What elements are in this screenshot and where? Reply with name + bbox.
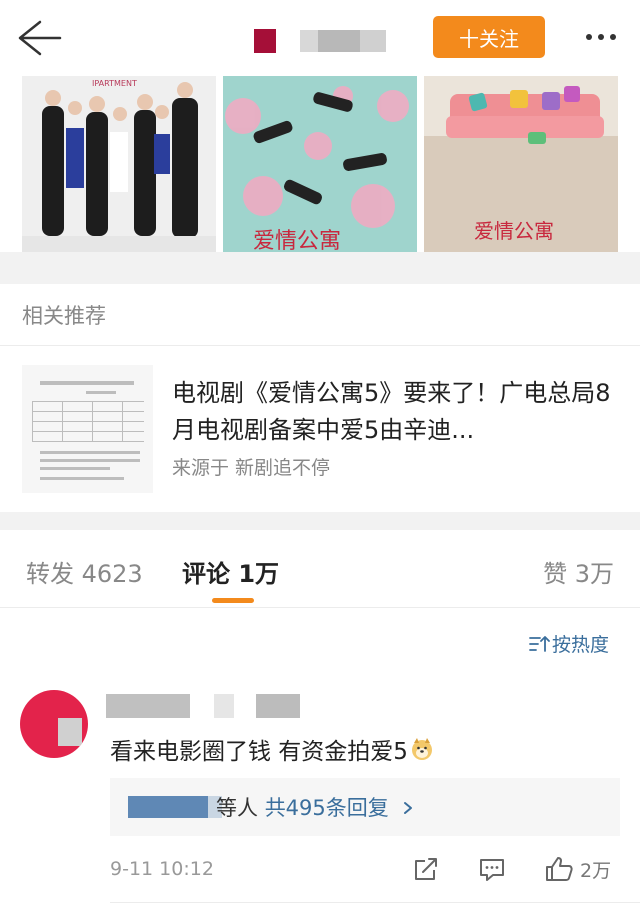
replies-summary[interactable]: 等人 共495条回复: [110, 778, 620, 836]
comment-icon: [480, 859, 504, 881]
replies-prefix: 等人: [216, 796, 258, 820]
active-tab-indicator: [212, 598, 254, 603]
author-info[interactable]: [254, 28, 386, 54]
like-button[interactable]: 2万: [544, 854, 611, 884]
comment-divider: [110, 902, 640, 903]
interaction-tabs: 转发 4623 评论 1万 赞 3万: [0, 530, 640, 608]
sort-icon: [529, 635, 550, 652]
author-name-blurred[interactable]: [300, 30, 386, 52]
related-header-label: 相关推荐: [22, 304, 106, 328]
post-photos: IPARTMENT 爱情公寓 爱情公寓: [0, 76, 640, 252]
back-button[interactable]: [12, 16, 66, 60]
back-arrow-icon: [18, 20, 62, 56]
more-dots-icon: [586, 34, 616, 40]
more-button[interactable]: [576, 20, 626, 54]
tab-like[interactable]: 赞 3万: [543, 554, 614, 589]
tab-comment[interactable]: 评论 1万: [182, 554, 279, 589]
reply-user-blurred[interactable]: [128, 796, 222, 818]
chevron-right-icon: [404, 802, 413, 814]
sort-label: 按热度: [552, 634, 610, 656]
related-article-title[interactable]: 电视剧《爱情公寓5》要来了！广电总局8月电视剧备案中爱5由辛迪...: [172, 375, 620, 449]
photo-cast-poster[interactable]: IPARTMENT: [22, 76, 216, 252]
replies-count-link[interactable]: 共495条回复: [265, 796, 389, 820]
commenter-avatar[interactable]: [20, 690, 88, 758]
photo-sofa-poster[interactable]: 爱情公寓: [424, 76, 618, 252]
comment-text: 看来电影圈了钱 有资金拍爱5: [110, 739, 408, 765]
share-icon: [415, 858, 437, 880]
replies-summary-text: 等人 共495条回复: [216, 792, 415, 822]
svg-text:IPARTMENT: IPARTMENT: [92, 79, 137, 88]
author-avatar[interactable]: [254, 29, 276, 53]
like-count: 2万: [580, 859, 612, 882]
related-section-header: 相关推荐: [0, 284, 640, 346]
commenter-name-blurred[interactable]: [106, 694, 300, 718]
related-article-thumbnail[interactable]: [22, 365, 153, 493]
tab-repost[interactable]: 转发 4623: [26, 554, 143, 589]
related-article-source: 来源于 新剧追不停: [172, 457, 331, 479]
share-button[interactable]: [412, 854, 440, 884]
comment-item: 看来电影圈了钱 有资金拍爱5 等人 共495条回复 9-11 10:12 2万: [0, 676, 640, 912]
comment-timestamp: 9-11 10:12: [110, 858, 214, 880]
svg-text:爱情公寓: 爱情公寓: [474, 219, 554, 243]
like-icon: [546, 857, 573, 881]
section-divider: [0, 512, 640, 530]
comment-text-row: 看来电影圈了钱 有资金拍爱5: [110, 732, 434, 766]
section-divider: [0, 252, 640, 284]
follow-button[interactable]: 十关注: [433, 16, 545, 58]
sort-toggle[interactable]: 按热度: [528, 630, 609, 657]
photo-floral-poster[interactable]: 爱情公寓: [223, 76, 417, 252]
doge-emoji-icon: [411, 738, 432, 760]
svg-text:爱情公寓: 爱情公寓: [253, 229, 341, 252]
top-navigation-bar: 十关注: [0, 0, 640, 76]
reply-button[interactable]: [478, 854, 506, 884]
related-article-card[interactable]: 电视剧《爱情公寓5》要来了！广电总局8月电视剧备案中爱5由辛迪... 来源于 新…: [0, 347, 640, 512]
